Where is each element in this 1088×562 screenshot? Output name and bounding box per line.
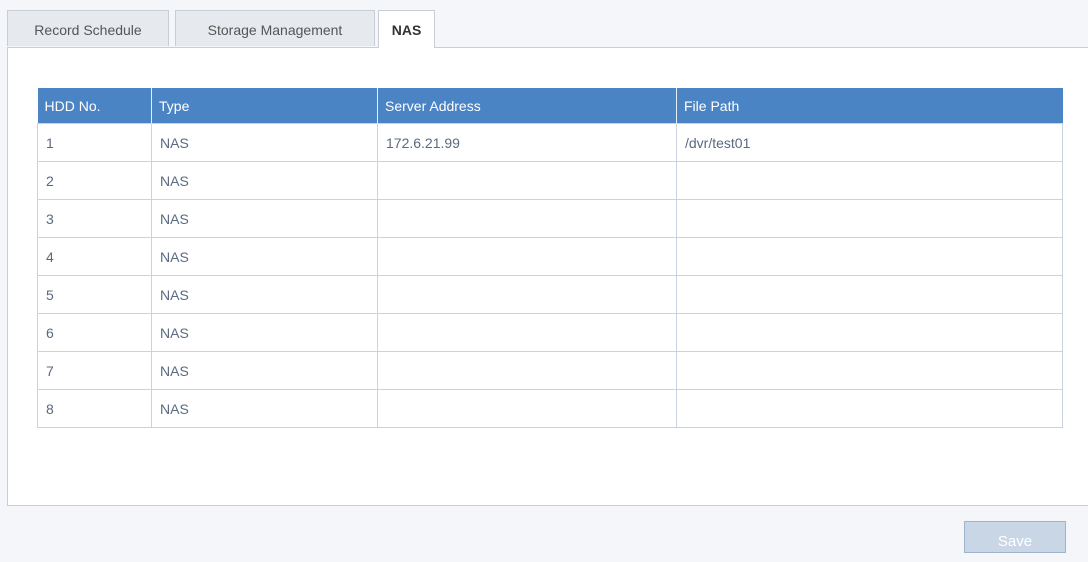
cell-hdd-no: 8 [37, 389, 152, 428]
cell-file-path [676, 275, 1063, 314]
cell-file-path [676, 351, 1063, 390]
cell-type: NAS [151, 237, 378, 276]
cell-hdd-no: 7 [37, 351, 152, 390]
table-row[interactable]: 5 NAS [37, 275, 1063, 314]
cell-hdd-no: 2 [37, 161, 152, 200]
table-row[interactable]: 4 NAS [37, 237, 1063, 276]
cell-hdd-no: 6 [37, 313, 152, 352]
cell-type: NAS [151, 199, 378, 238]
cell-file-path [676, 389, 1063, 428]
table-row[interactable]: 8 NAS [37, 389, 1063, 428]
tab-nas[interactable]: NAS [378, 10, 435, 48]
cell-hdd-no: 4 [37, 237, 152, 276]
cell-server-address [377, 351, 677, 390]
save-button[interactable]: Save [964, 521, 1066, 553]
cell-file-path [676, 161, 1063, 200]
table-row[interactable]: 1 NAS 172.6.21.99/dvr/test01 [37, 123, 1063, 162]
cell-server-address [377, 313, 677, 352]
cell-type: NAS [151, 275, 378, 314]
nas-table: HDD No. Type Server Address File Path 1N… [37, 88, 1063, 428]
tab-bar: Record Schedule Storage Management NAS [7, 10, 1088, 48]
table-row[interactable]: 2 NAS [37, 161, 1063, 200]
cell-server-address [377, 161, 677, 200]
header-hdd-no: HDD No. [37, 88, 152, 124]
table-row[interactable]: 3 NAS [37, 199, 1063, 238]
nas-panel: HDD No. Type Server Address File Path 1N… [7, 47, 1088, 506]
cell-hdd-no: 5 [37, 275, 152, 314]
tab-record-schedule[interactable]: Record Schedule [7, 10, 169, 46]
cell-server-address: 172.6.21.99 [377, 123, 677, 162]
cell-file-path [676, 313, 1063, 352]
cell-server-address [377, 237, 677, 276]
cell-server-address [377, 389, 677, 428]
cell-file-path [676, 199, 1063, 238]
table-header-row: HDD No. Type Server Address File Path [37, 88, 1063, 124]
header-server-address: Server Address [377, 88, 677, 124]
table-row[interactable]: 6 NAS [37, 313, 1063, 352]
tab-storage-management[interactable]: Storage Management [175, 10, 375, 46]
header-file-path: File Path [676, 88, 1063, 124]
table-row[interactable]: 7 NAS [37, 351, 1063, 390]
cell-server-address [377, 199, 677, 238]
cell-type: NAS [151, 313, 378, 352]
cell-server-address [377, 275, 677, 314]
cell-type: NAS [151, 389, 378, 428]
cell-hdd-no: 1 [37, 123, 152, 162]
cell-file-path: /dvr/test01 [676, 123, 1063, 162]
cell-file-path [676, 237, 1063, 276]
cell-type: NAS [151, 161, 378, 200]
header-type: Type [151, 88, 378, 124]
cell-hdd-no: 3 [37, 199, 152, 238]
cell-type: NAS [151, 123, 378, 162]
cell-type: NAS [151, 351, 378, 390]
